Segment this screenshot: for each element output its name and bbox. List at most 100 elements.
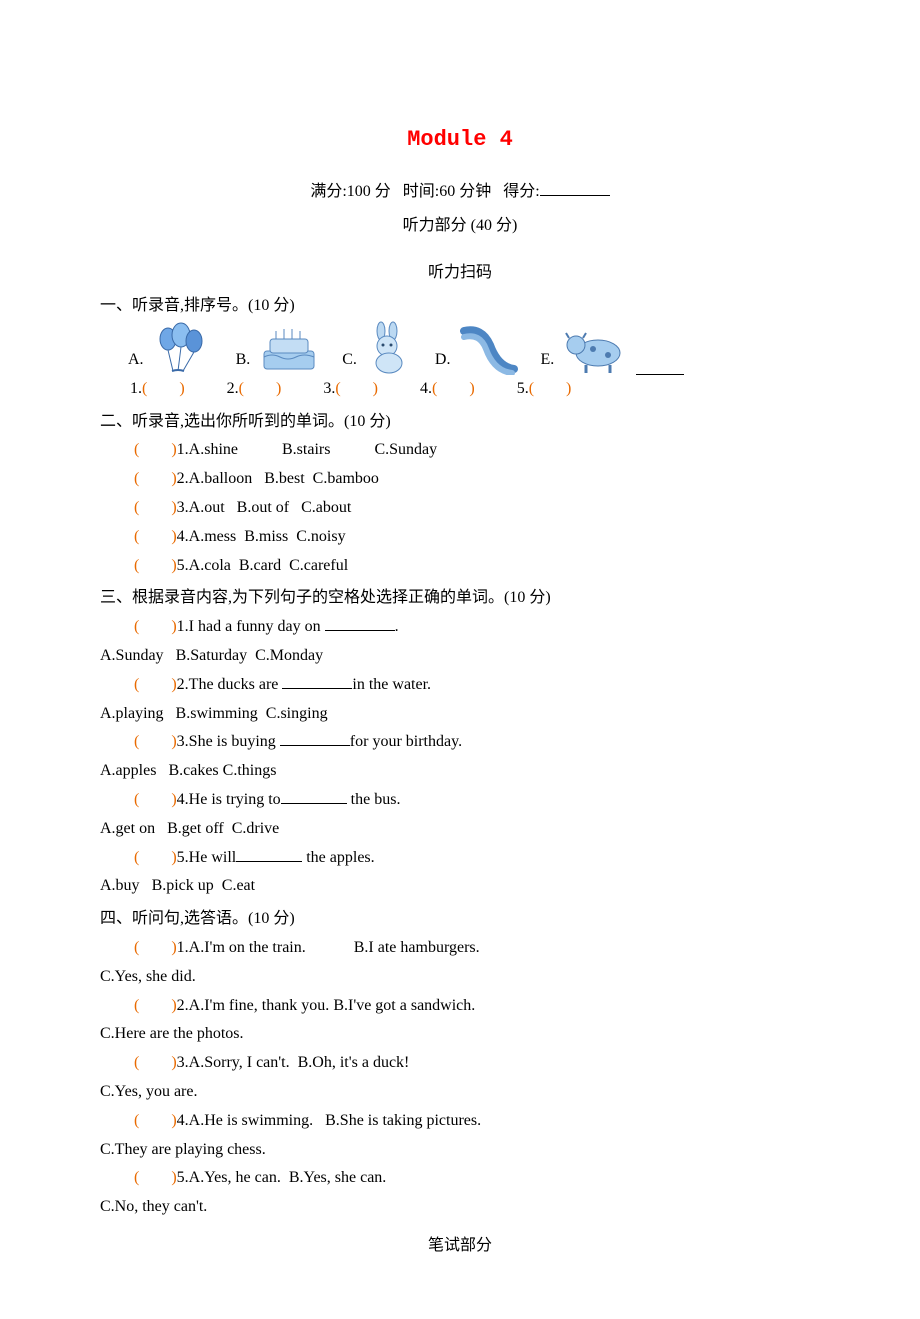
image-item-d: D. bbox=[435, 321, 523, 375]
s3-q3-num: 3. bbox=[177, 733, 189, 750]
s2-q4-a: A.mess bbox=[189, 528, 237, 545]
s4-q2-blank[interactable]: ( ) bbox=[134, 997, 177, 1014]
image-item-b: B. bbox=[236, 321, 325, 375]
s3-q2-opts: A.playing B.swimming C.singing bbox=[100, 700, 820, 729]
section2-head: 二、听录音,选出你所听到的单词。(10 分) bbox=[100, 408, 820, 437]
s4-q1-b: B.I ate hamburgers. bbox=[354, 939, 480, 956]
s4-q5-num: 5. bbox=[177, 1169, 189, 1186]
s3-q2-fill[interactable] bbox=[282, 673, 352, 689]
image-item-e: E. bbox=[540, 321, 684, 375]
s4-q1-a: A.I'm on the train. bbox=[189, 939, 306, 956]
s3-q2-blank[interactable]: ( ) bbox=[134, 676, 177, 693]
s2-q4-b: B.miss bbox=[244, 528, 288, 545]
s2-q1: ( )1.A.shine B.stairs C.Sunday bbox=[100, 436, 820, 465]
s3-q2-c: C.singing bbox=[266, 705, 328, 722]
s3-q5-fill[interactable] bbox=[236, 846, 302, 862]
s3-q4-post: the bus. bbox=[347, 791, 401, 808]
s3-q3-blank[interactable]: ( ) bbox=[134, 733, 177, 750]
s3-q1-fill[interactable] bbox=[325, 615, 395, 631]
s2-q5-c: C.careful bbox=[289, 557, 348, 574]
written-header: 笔试部分 bbox=[100, 1232, 820, 1261]
s3-q3-opts: A.apples B.cakes C.things bbox=[100, 757, 820, 786]
s4-q5-c-line: C.No, they can't. bbox=[100, 1193, 820, 1222]
page-title: Module 4 bbox=[100, 120, 820, 160]
s4-q2-b: B.I've got a sandwich. bbox=[333, 997, 475, 1014]
s3-q2: ( )2.The ducks are in the water. bbox=[100, 671, 820, 700]
s4-q3-num: 3. bbox=[177, 1054, 189, 1071]
s3-q3-post: for your birthday. bbox=[350, 733, 462, 750]
s3-q4-blank[interactable]: ( ) bbox=[134, 791, 177, 808]
label-c: C. bbox=[342, 346, 357, 375]
s3-q1-post: . bbox=[395, 618, 399, 635]
s2-q2-b: B.best bbox=[264, 470, 304, 487]
s3-q4-a: A.get on bbox=[100, 820, 155, 837]
s3-q1-b: B.Saturday bbox=[176, 647, 248, 664]
s3-q4-fill[interactable] bbox=[281, 788, 347, 804]
section4-head: 四、听问句,选答语。(10 分) bbox=[100, 905, 820, 934]
score-label: 得分: bbox=[503, 183, 539, 200]
s2-q4-blank[interactable]: ( ) bbox=[134, 528, 177, 545]
s4-q4-blank[interactable]: ( ) bbox=[134, 1112, 177, 1129]
s3-q5-c: C.eat bbox=[222, 877, 255, 894]
s4-q5-c: C.No, they can't. bbox=[100, 1198, 207, 1215]
s3-q1-a: A.Sunday bbox=[100, 647, 164, 664]
s2-q3-c: C.about bbox=[301, 499, 351, 516]
s4-q5: ( )5.A.Yes, he can. B.Yes, she can. bbox=[100, 1164, 820, 1193]
s2-q5-blank[interactable]: ( ) bbox=[134, 557, 177, 574]
s3-q3: ( )3.She is buying for your birthday. bbox=[100, 728, 820, 757]
s3-q4-num: 4. bbox=[177, 791, 189, 808]
s3-q4-opts: A.get on B.get off C.drive bbox=[100, 815, 820, 844]
s3-q5-a: A.buy bbox=[100, 877, 140, 894]
s2-q1-blank[interactable]: ( ) bbox=[134, 441, 177, 458]
s4-q3-blank[interactable]: ( ) bbox=[134, 1054, 177, 1071]
seq-3: 3. bbox=[323, 380, 335, 397]
seq-2-blank[interactable]: ( ) bbox=[239, 380, 282, 397]
label-a: A. bbox=[128, 346, 144, 375]
s4-q4: ( )4.A.He is swimming. B.She is taking p… bbox=[100, 1107, 820, 1136]
time-limit: 时间:60 分钟 bbox=[403, 183, 491, 200]
image-item-a: A. bbox=[128, 321, 218, 375]
s4-q4-a: A.He is swimming. bbox=[189, 1112, 313, 1129]
s4-q2-num: 2. bbox=[177, 997, 189, 1014]
s4-q4-c: C.They are playing chess. bbox=[100, 1141, 266, 1158]
seq-1: 1. bbox=[130, 380, 142, 397]
s4-q3-b: B.Oh, it's a duck! bbox=[298, 1054, 410, 1071]
section3-head: 三、根据录音内容,为下列句子的空格处选择正确的单词。(10 分) bbox=[100, 584, 820, 613]
s4-q1-c-line: C.Yes, she did. bbox=[100, 963, 820, 992]
s4-q1-num: 1. bbox=[177, 939, 189, 956]
s2-q3-blank[interactable]: ( ) bbox=[134, 499, 177, 516]
label-d: D. bbox=[435, 346, 451, 375]
s3-q1-blank[interactable]: ( ) bbox=[134, 618, 177, 635]
s2-q4-c: C.noisy bbox=[296, 528, 345, 545]
s3-q4-c: C.drive bbox=[232, 820, 280, 837]
s2-q3-a: A.out bbox=[189, 499, 225, 516]
sequence-row: 1.( ) 2.( ) 3.( ) 4.( ) 5.( ) bbox=[100, 375, 820, 404]
s3-q2-pre: The ducks are bbox=[189, 676, 283, 693]
seq-3-blank[interactable]: ( ) bbox=[335, 380, 378, 397]
s3-q2-a: A.playing bbox=[100, 705, 164, 722]
s4-q1-blank[interactable]: ( ) bbox=[134, 939, 177, 956]
s2-q2: ( )2.A.balloon B.best C.bamboo bbox=[100, 465, 820, 494]
s3-q5-b: B.pick up bbox=[152, 877, 214, 894]
s4-q5-blank[interactable]: ( ) bbox=[134, 1169, 177, 1186]
s3-q4-b: B.get off bbox=[167, 820, 224, 837]
s3-q3-fill[interactable] bbox=[280, 730, 350, 746]
s3-q2-post: in the water. bbox=[352, 676, 431, 693]
s3-q1-pre: I had a funny day on bbox=[189, 618, 325, 635]
s2-q5-b: B.card bbox=[239, 557, 281, 574]
s3-q3-c: C.things bbox=[223, 762, 277, 779]
s2-q3-b: B.out of bbox=[237, 499, 289, 516]
seq-5: 5. bbox=[517, 380, 529, 397]
seq-1-blank[interactable]: ( ) bbox=[142, 380, 185, 397]
s3-q5-blank[interactable]: ( ) bbox=[134, 849, 177, 866]
score-blank[interactable] bbox=[540, 180, 610, 196]
cake-icon bbox=[254, 321, 324, 375]
seq-4-blank[interactable]: ( ) bbox=[432, 380, 475, 397]
s2-q3: ( )3.A.out B.out of C.about bbox=[100, 494, 820, 523]
meta-line: 满分:100 分 时间:60 分钟 得分: bbox=[100, 178, 820, 207]
s2-q5: ( )5.A.cola B.card C.careful bbox=[100, 552, 820, 581]
s3-q5-post: the apples. bbox=[302, 849, 374, 866]
s2-q2-blank[interactable]: ( ) bbox=[134, 470, 177, 487]
s4-q2-c: C.Here are the photos. bbox=[100, 1025, 244, 1042]
seq-5-blank[interactable]: ( ) bbox=[529, 380, 572, 397]
